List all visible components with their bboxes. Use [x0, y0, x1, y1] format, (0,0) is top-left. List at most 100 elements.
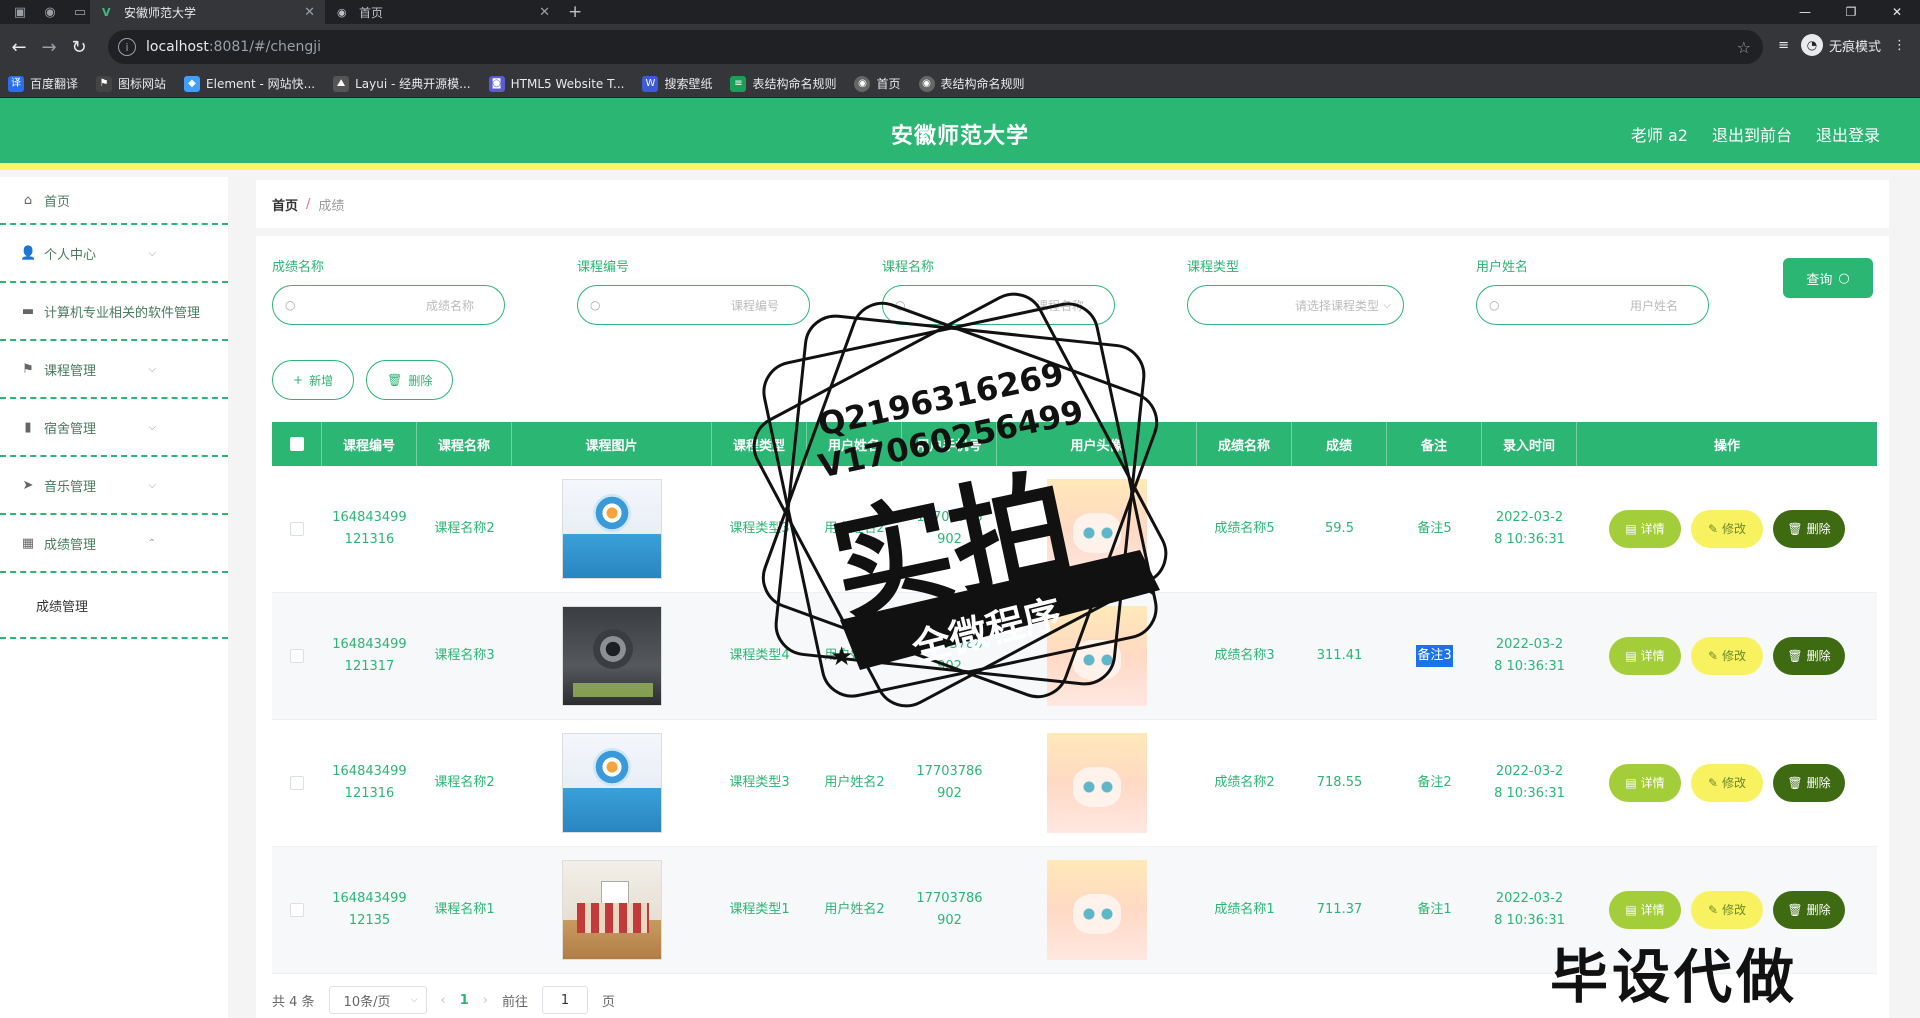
avatar[interactable] [1047, 479, 1147, 579]
detail-button[interactable]: ▤ 详情 [1609, 637, 1681, 675]
sidebar-subitem-grades[interactable]: 成绩管理 [0, 573, 228, 639]
delete-button[interactable]: 🗑 删除 [1773, 764, 1845, 802]
user-avatar-cell [997, 466, 1197, 592]
edit-button[interactable]: ✎ 修改 [1691, 891, 1763, 929]
column-header: 课程编号 [322, 422, 417, 466]
breadcrumb-separator: / [306, 196, 311, 212]
row-checkbox[interactable] [272, 466, 322, 592]
user-name-input[interactable]: ○ 用户姓名 [1476, 285, 1709, 325]
add-button[interactable]: + 新增 [272, 360, 355, 400]
bookmark-item[interactable]: ◙ HTML5 Website T... [488, 75, 624, 92]
filter-course-name: 课程名称 ○ 课程名称 [882, 256, 1115, 325]
media-icon[interactable]: ≡ [1778, 38, 1789, 53]
page-number[interactable]: 1 [460, 993, 469, 1008]
avatar[interactable] [1047, 606, 1147, 706]
sidebar-item-software[interactable]: ▬ 计算机专业相关的软件管理 [0, 283, 228, 341]
chevron-up-icon: ⌃ [147, 537, 156, 549]
next-page-icon[interactable]: › [483, 993, 488, 1008]
new-tab-button[interactable]: + [568, 2, 582, 22]
close-icon[interactable]: ✕ [539, 5, 550, 20]
back-icon[interactable]: ← [4, 37, 34, 58]
sidebar-item-course[interactable]: ⚑ 课程管理 ⌵ [0, 341, 228, 399]
bookmark-item[interactable]: ⛰ Layui - 经典开源模... [333, 75, 471, 92]
minimize-icon[interactable]: — [1782, 0, 1828, 24]
incognito-icon: ◔ [1800, 34, 1823, 56]
menu-dots-icon[interactable]: ⋮ [1893, 38, 1906, 53]
bookmark-item[interactable]: ◆ Element - 网站快... [184, 75, 315, 92]
bookmark-item[interactable]: ⚑ 图标网站 [96, 75, 166, 92]
home-icon: ⌂ [23, 192, 33, 208]
avatar[interactable] [1047, 733, 1147, 833]
search-icon: ○ [1838, 270, 1850, 286]
course-image[interactable] [562, 860, 662, 960]
course-type-select[interactable]: 请选择课程类型 ⌵ [1187, 285, 1404, 325]
url-host: localhost [146, 39, 209, 55]
table-row[interactable]: 164843499 121316 课程名称2 课程类型3 用户姓名2 17703786 … [272, 720, 1877, 847]
course-image[interactable] [562, 733, 662, 833]
query-button[interactable]: 查询 ○ [1783, 258, 1873, 298]
batch-delete-button[interactable]: 🗑 删除 [366, 360, 454, 400]
browser-tab-inactive[interactable]: ◉ 首页 ✕ [325, 0, 560, 24]
star-icon[interactable]: ☆ [1737, 38, 1751, 57]
table-row[interactable]: 164843499 121316 课程名称2 课程类型3 用户姓名2 17703786 … [272, 466, 1877, 593]
cell-yhxm: 用户姓名2 [824, 775, 885, 790]
course-code-input[interactable]: ○ 课程编号 [577, 285, 810, 325]
detail-button[interactable]: ▤ 详情 [1609, 510, 1681, 548]
bookmark-item[interactable]: W 搜索壁纸 [642, 75, 712, 92]
course-image[interactable] [562, 606, 662, 706]
chevron-down-icon: ⌵ [148, 479, 156, 491]
tab-label: 安徽师范大学 [124, 5, 197, 20]
goto-page-input[interactable]: 1 [542, 986, 589, 1014]
browser-tab-active[interactable]: V 安徽师范大学 ✕ [90, 0, 325, 24]
url-input[interactable]: i localhost:8081/#/chengji ☆ [108, 30, 1763, 64]
filter-user-name: 用户姓名 ○ 用户姓名 [1476, 256, 1709, 325]
bookmark-item[interactable]: ◉ 表结构命名规则 [918, 75, 1025, 92]
forward-icon[interactable]: → [34, 37, 64, 58]
column-header: 用户手机号 [902, 422, 997, 466]
row-checkbox[interactable] [272, 720, 322, 846]
bookmark-item[interactable]: 译百度翻译 [8, 75, 78, 92]
delete-button[interactable]: 🗑 删除 [1773, 891, 1845, 929]
page-size-select[interactable]: 10条/页 ⌵ [328, 986, 427, 1014]
edit-button[interactable]: ✎ 修改 [1691, 764, 1763, 802]
sidebar-item-music[interactable]: ➤ 音乐管理 ⌵ [0, 457, 228, 515]
edit-button[interactable]: ✎ 修改 [1691, 637, 1763, 675]
table-row[interactable]: 164843499 121317 课程名称3 课程类型4 用户姓名2 17703786 … [272, 593, 1877, 720]
course-image[interactable] [562, 479, 662, 579]
bookmark-item[interactable]: ≡ 表结构命名规则 [730, 75, 836, 92]
element-icon: ◆ [184, 75, 201, 92]
select-all-checkbox[interactable] [272, 422, 322, 466]
detail-button[interactable]: ▤ 详情 [1609, 891, 1681, 929]
prev-page-icon[interactable]: ‹ [441, 993, 446, 1008]
edit-button[interactable]: ✎ 修改 [1691, 510, 1763, 548]
restore-icon[interactable]: ❐ [1828, 0, 1874, 24]
incognito-indicator[interactable]: ◔ 无痕模式 [1800, 34, 1881, 56]
breadcrumb-home[interactable]: 首页 [272, 195, 298, 214]
close-icon[interactable]: ✕ [304, 5, 315, 20]
avatar[interactable] [1047, 860, 1147, 960]
grade-name-input[interactable]: ○ 成绩名称 [272, 285, 505, 325]
bookmark-item[interactable]: ◉ 首页 [854, 75, 901, 92]
sidebar-item-profile[interactable]: 👤 个人中心 ⌵ [0, 225, 228, 283]
detail-button[interactable]: ▤ 详情 [1609, 764, 1681, 802]
layui-icon: ⛰ [333, 75, 350, 92]
sidebar-item-grades[interactable]: ▦ 成绩管理 ⌃ [0, 515, 228, 573]
row-checkbox[interactable] [272, 593, 322, 719]
row-checkbox[interactable] [272, 847, 322, 973]
close-window-icon[interactable]: ✕ [1874, 0, 1920, 24]
reload-icon[interactable]: ↻ [64, 37, 94, 58]
sidebar-item-home[interactable]: ⌂ 首页 [0, 177, 228, 225]
current-user[interactable]: 老师 a2 [1631, 122, 1688, 146]
address-bar-row: ← → ↻ i localhost:8081/#/chengji ☆ ≡ ◔ 无… [0, 24, 1920, 70]
delete-button[interactable]: 🗑 删除 [1773, 510, 1845, 548]
back-to-frontend-link[interactable]: 退出到前台 [1712, 122, 1792, 146]
info-icon[interactable]: i [118, 38, 136, 56]
tv-icon[interactable]: ▣ [10, 2, 30, 22]
sidebar-item-dorm[interactable]: ▮ 宿舍管理 ⌵ [0, 399, 228, 457]
chrome-icon[interactable]: ◉ [40, 2, 60, 22]
window-icon[interactable]: ▭ [70, 2, 90, 22]
logout-link[interactable]: 退出登录 [1816, 122, 1880, 146]
delete-button[interactable]: 🗑 删除 [1773, 637, 1845, 675]
trash-icon: 🗑 [1787, 522, 1803, 536]
course-name-input[interactable]: ○ 课程名称 [882, 285, 1115, 325]
